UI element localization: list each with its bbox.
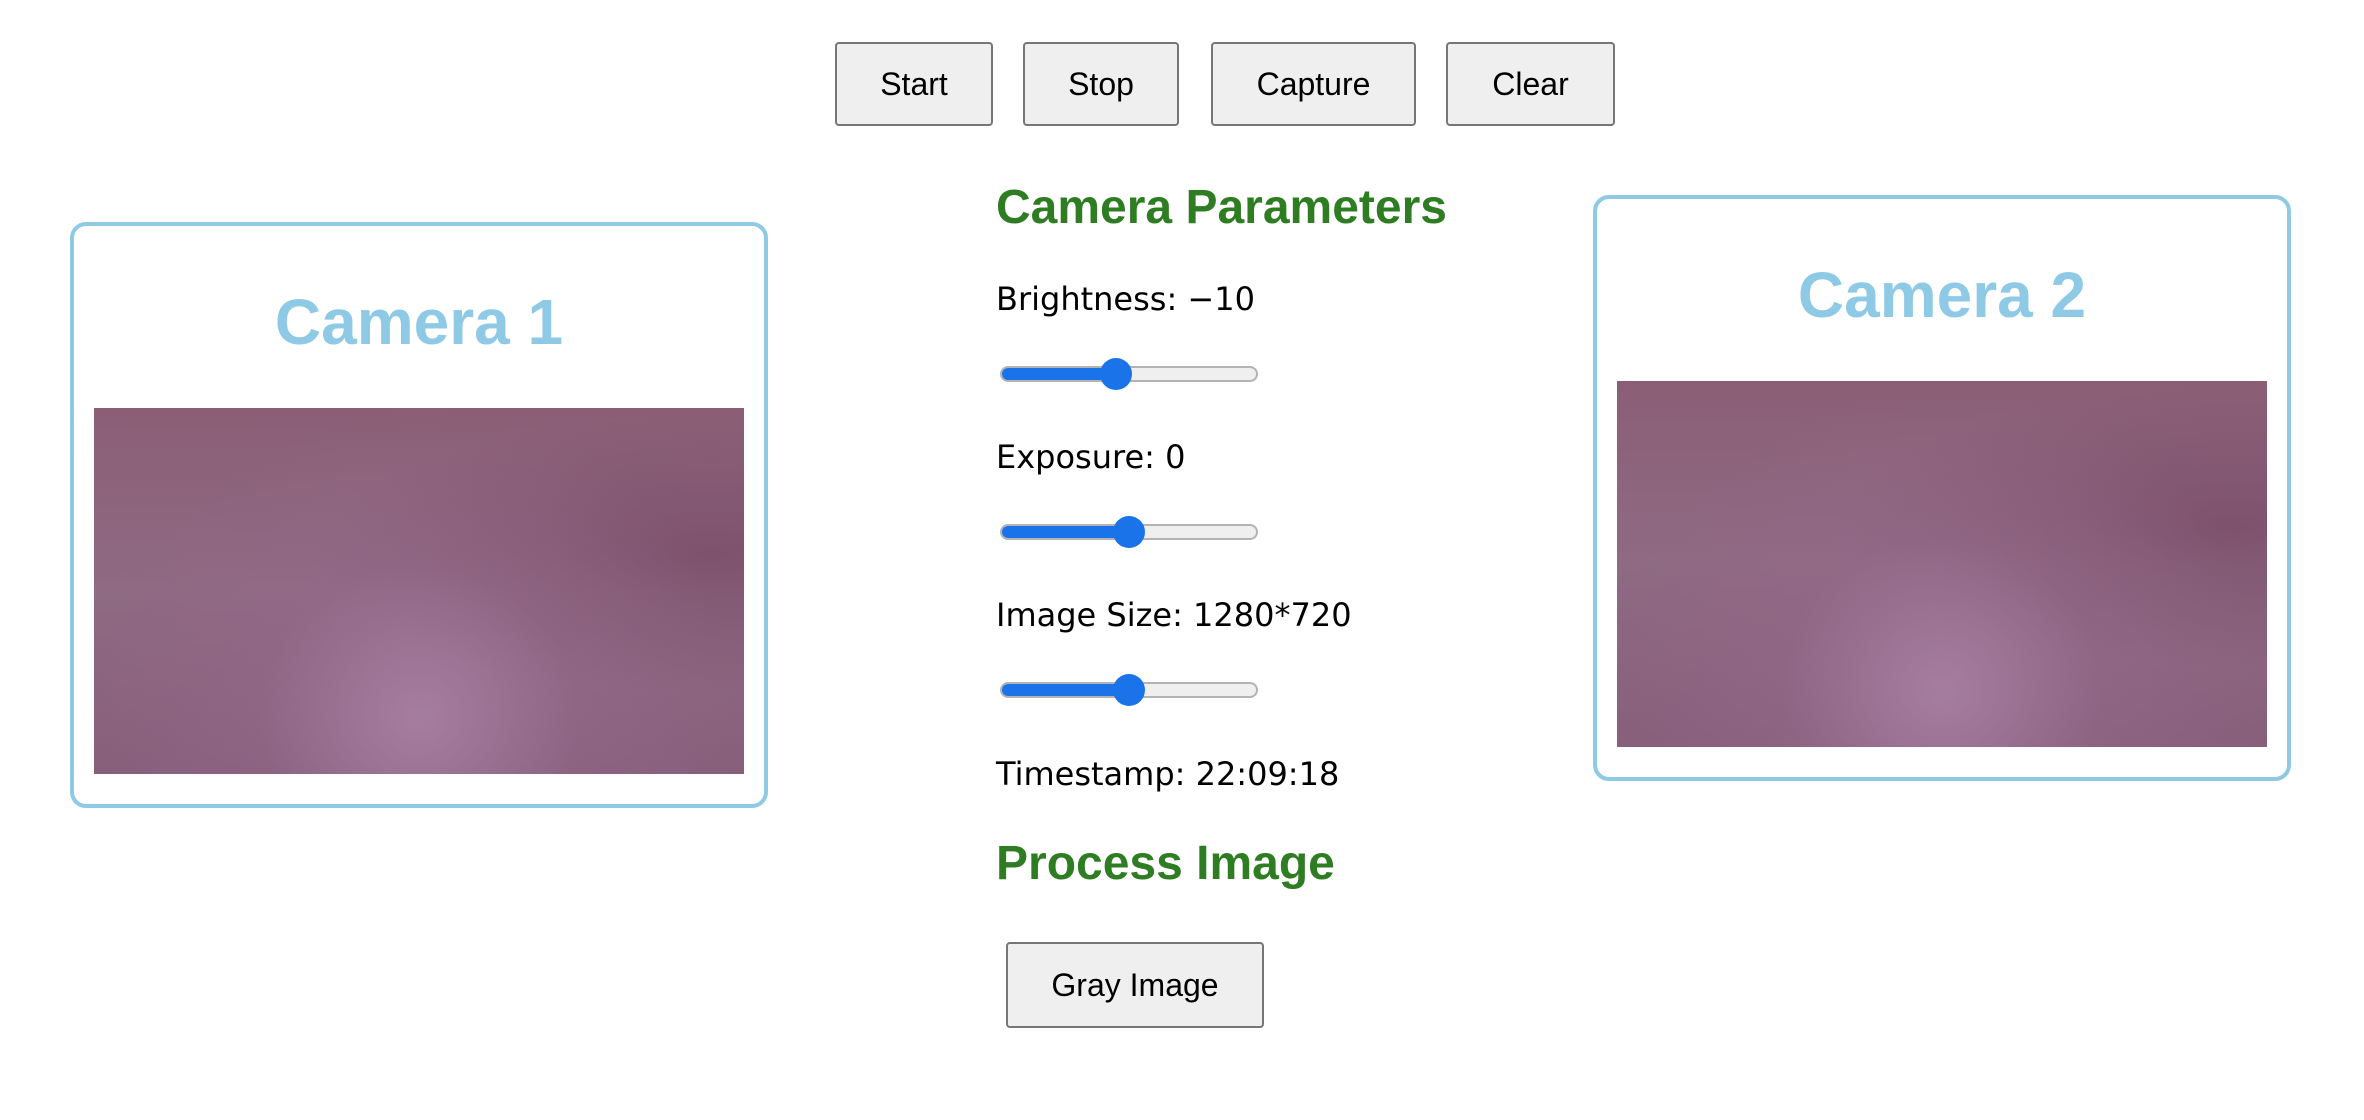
image-size-label: Image Size: 1280*720 bbox=[996, 596, 1352, 634]
process-image-title: Process Image bbox=[996, 837, 1335, 890]
camera-1-feed bbox=[94, 408, 744, 774]
exposure-slider-thumb[interactable] bbox=[1113, 516, 1145, 548]
image-size-slider-thumb[interactable] bbox=[1113, 674, 1145, 706]
brightness-slider[interactable] bbox=[1000, 358, 1258, 390]
gray-image-button[interactable]: Gray Image bbox=[1006, 942, 1264, 1028]
timestamp-label: Timestamp: 22:09:18 bbox=[996, 755, 1340, 793]
start-button[interactable]: Start bbox=[835, 42, 993, 126]
camera-parameters-title: Camera Parameters bbox=[996, 181, 1447, 234]
image-size-slider-fill bbox=[1002, 684, 1129, 696]
image-size-slider[interactable] bbox=[1000, 674, 1258, 706]
exposure-slider-fill bbox=[1002, 526, 1129, 538]
camera-1-title: Camera 1 bbox=[274, 286, 564, 358]
exposure-label: Exposure: 0 bbox=[996, 438, 1186, 476]
camera-2-panel: Camera 2 bbox=[1593, 195, 2291, 781]
brightness-label: Brightness: −10 bbox=[996, 280, 1255, 318]
camera-2-title: Camera 2 bbox=[1797, 259, 2087, 331]
camera-1-panel: Camera 1 bbox=[70, 222, 768, 808]
exposure-slider[interactable] bbox=[1000, 516, 1258, 548]
brightness-slider-thumb[interactable] bbox=[1100, 358, 1133, 390]
camera-2-feed bbox=[1617, 381, 2267, 747]
